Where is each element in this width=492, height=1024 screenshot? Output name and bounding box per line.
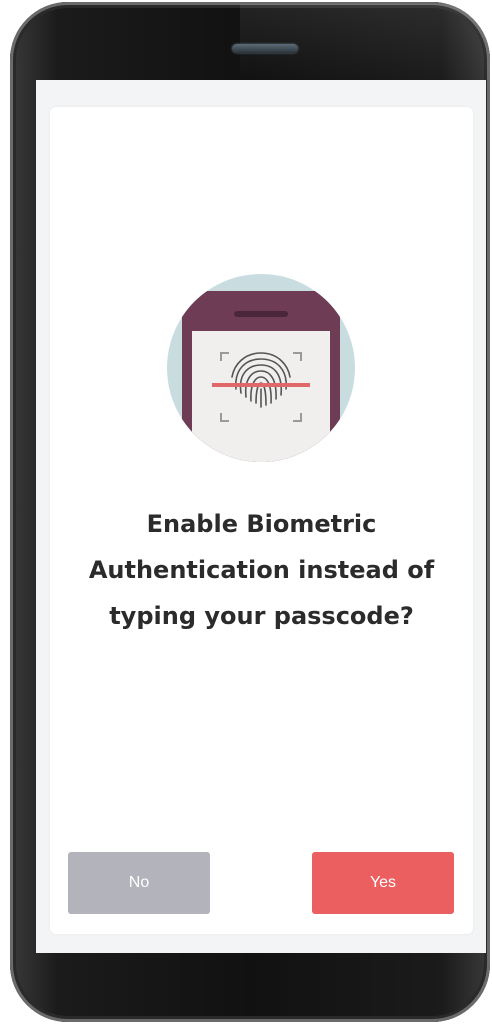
yes-button[interactable]: Yes	[312, 852, 454, 914]
dialog-title: Enable Biometric Authentication instead …	[88, 510, 435, 630]
no-button[interactable]: No	[68, 852, 210, 914]
speaker-grille	[232, 44, 298, 53]
screen: Enable Biometric Authentication instead …	[36, 80, 486, 953]
dialog-card: Enable Biometric Authentication instead …	[50, 107, 473, 934]
fingerprint-phone-icon	[167, 274, 355, 462]
